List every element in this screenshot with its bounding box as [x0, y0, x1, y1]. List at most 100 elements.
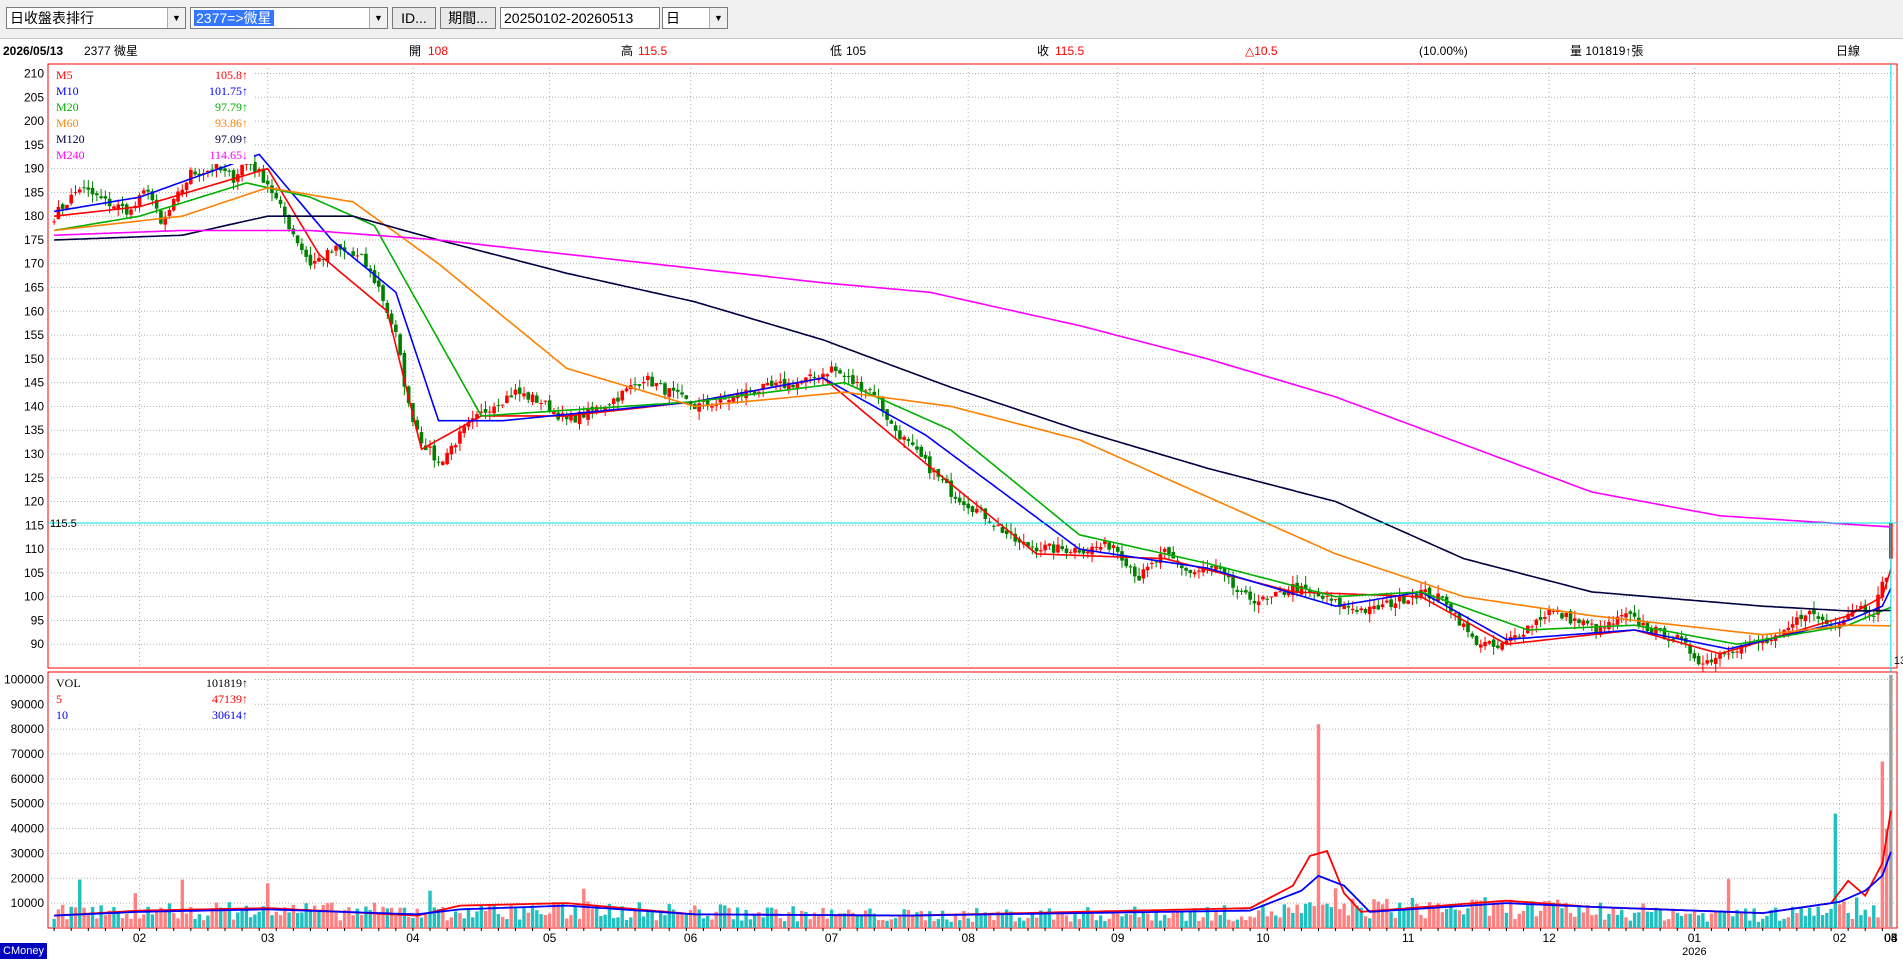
volume-bar — [799, 910, 804, 928]
volume-bar — [1094, 920, 1099, 928]
volume-bar — [1393, 917, 1398, 928]
candle-body — [919, 446, 924, 457]
volume-bar — [1590, 915, 1594, 928]
candle-body — [855, 381, 859, 384]
volume-frame — [47, 671, 1898, 929]
candle-body — [1602, 627, 1607, 629]
volume-bar — [1047, 908, 1052, 928]
candle-body — [650, 376, 654, 387]
volume-bar — [518, 919, 522, 928]
month-tick-label: 04 — [406, 931, 420, 945]
candle-body — [829, 366, 834, 373]
candle-body — [1538, 616, 1543, 620]
volume-bar — [1069, 921, 1073, 928]
volume-bar — [500, 916, 505, 928]
candle-body — [1726, 653, 1731, 655]
month-tick-label: 11 — [1402, 931, 1415, 945]
volume-bar — [680, 914, 684, 928]
volume-bar — [543, 914, 548, 928]
volume-bar — [1107, 918, 1111, 928]
chevron-down-icon[interactable]: ▼ — [709, 8, 727, 28]
candle-body — [103, 196, 108, 199]
candle-body — [1871, 615, 1876, 617]
candle-body — [1261, 596, 1265, 600]
candle-body — [547, 400, 552, 413]
candle-body — [1376, 605, 1381, 610]
volume-bar — [1026, 917, 1030, 928]
volume-bar — [1316, 724, 1321, 928]
id-button[interactable]: ID... — [392, 7, 436, 29]
volume-bar — [808, 919, 812, 928]
stock-select[interactable]: 2377=>微星 ▼ — [190, 7, 388, 29]
candle-body — [317, 257, 321, 262]
volume-bar — [654, 920, 659, 928]
candle-body — [1282, 591, 1287, 595]
chevron-down-icon[interactable]: ▼ — [167, 8, 185, 28]
volume-bar — [1825, 912, 1829, 928]
candle-body — [923, 455, 928, 459]
volume-bar — [458, 913, 462, 928]
volume-bar — [1056, 913, 1060, 928]
candle-body — [1073, 548, 1077, 553]
volume-pane: 100000 90000 80000 70000 60000 50000 40000 3000… — [4, 671, 1898, 958]
volume-bar — [1261, 905, 1265, 928]
price-tick-label: 175 — [24, 233, 44, 247]
frequency-select[interactable]: 日 ▼ — [662, 7, 728, 29]
candle-body — [992, 525, 996, 527]
candle-body — [1329, 598, 1334, 601]
candle-body — [1077, 550, 1082, 553]
candle-body — [1363, 608, 1368, 613]
volume-bar — [1321, 904, 1325, 928]
price-tick-label: 110 — [25, 542, 44, 556]
period-button[interactable]: 期間... — [440, 7, 496, 29]
date-range-field[interactable]: 20250102-20260513 — [500, 7, 660, 29]
volume-bar — [727, 907, 731, 928]
volume-bar — [1688, 913, 1692, 928]
candle-body — [1440, 596, 1445, 598]
open-label: 開 — [409, 44, 422, 58]
candle-body — [1359, 608, 1364, 611]
candle-body — [539, 402, 543, 404]
volume-bar — [1389, 912, 1393, 928]
volume-bar — [1654, 907, 1658, 928]
ma-legend-name: M60 — [56, 116, 79, 130]
volume-bar — [389, 907, 394, 928]
candle-body — [1637, 617, 1641, 627]
report-select[interactable]: 日收盤表排行 ▼ — [6, 7, 186, 29]
volume-bar — [573, 906, 577, 928]
volume-bar — [522, 907, 526, 928]
volume-bar — [910, 915, 915, 928]
price-tick-label: 130 — [24, 447, 44, 461]
volume-bar — [304, 903, 308, 928]
candle-body — [1393, 603, 1398, 609]
volume-bar — [953, 914, 958, 928]
candle-body — [1244, 590, 1248, 593]
volume-bar — [1803, 915, 1808, 928]
volume-bar — [483, 910, 488, 928]
volume-bar — [932, 921, 936, 928]
volume-legend-value: 101819↑ — [206, 676, 248, 690]
candle-body — [637, 384, 642, 386]
volume-bar — [334, 912, 338, 928]
volume-tick-label: 50000 — [11, 797, 45, 811]
price-tick-label: 120 — [24, 495, 44, 509]
volume-bar — [1466, 908, 1470, 928]
volume-bar — [415, 908, 419, 928]
volume-bar — [975, 908, 979, 928]
candle-body — [697, 403, 701, 412]
candle-body — [1611, 623, 1616, 625]
volume-bar — [1607, 913, 1611, 928]
candle-body — [1064, 548, 1069, 554]
volume-bar — [253, 914, 257, 928]
month-tick-label: 09 — [1111, 931, 1125, 945]
stock-chart[interactable]: 210 205 200 195 190 185 180 175 170 165 160 155 150 1… — [0, 60, 1903, 960]
volume-bar — [1756, 921, 1761, 928]
candle-body — [505, 395, 509, 404]
chevron-down-icon[interactable]: ▼ — [369, 8, 387, 28]
candle-body — [1256, 601, 1261, 606]
volume-bar — [1568, 913, 1573, 928]
volume-legend-value: 30614↑ — [212, 708, 248, 722]
volume-bar — [603, 914, 607, 928]
candle-body — [744, 389, 748, 399]
candle-body — [449, 445, 454, 455]
